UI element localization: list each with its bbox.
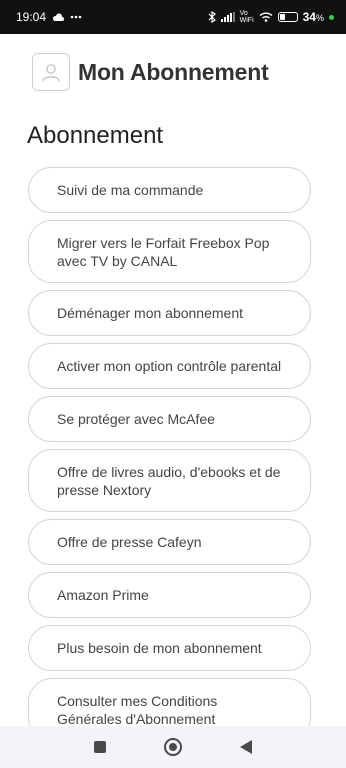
- back-icon[interactable]: [240, 740, 252, 754]
- recent-apps-icon[interactable]: [94, 741, 106, 753]
- menu-item-label: Déménager mon abonnement: [57, 305, 244, 321]
- menu-item-label: Migrer vers le Forfait Freebox Pop avec …: [57, 234, 270, 269]
- user-avatar-icon[interactable]: [32, 53, 70, 91]
- menu-item-cafeyn[interactable]: Offre de presse Cafeyn: [28, 519, 311, 565]
- bluetooth-icon: [208, 11, 216, 23]
- menu-item-label: Plus besoin de mon abonnement: [57, 640, 262, 656]
- signal-icon: [220, 12, 235, 22]
- menu-item-mcafee[interactable]: Se protéger avec McAfee: [28, 396, 311, 442]
- system-nav-bar: [0, 726, 346, 768]
- page-title: Mon Abonnement: [78, 58, 269, 85]
- section-title: Abonnement: [27, 122, 164, 149]
- menu-item-migrer-forfait[interactable]: Migrer vers le Forfait Freebox Pop avec …: [28, 220, 311, 283]
- battery-percent: 34%: [302, 10, 324, 24]
- wifi-icon: [259, 12, 273, 22]
- menu-item-label: Amazon Prime: [57, 587, 149, 603]
- menu-item-label: Offre de livres audio, d'ebooks et de pr…: [57, 463, 281, 498]
- menu-item-label: Se protéger avec McAfee: [57, 411, 215, 427]
- menu-item-amazon-prime[interactable]: Amazon Prime: [28, 572, 311, 618]
- battery-icon: [277, 12, 298, 22]
- status-bar: 19:04 Vo WiFi 34%: [0, 0, 346, 34]
- menu-item-label: Suivi de ma commande: [57, 182, 204, 198]
- vowifi-label: Vo WiFi: [239, 10, 254, 24]
- menu-item-label: Consulter mes Conditions Générales d'Abo…: [57, 692, 218, 727]
- menu-item-demenager[interactable]: Déménager mon abonnement: [28, 290, 311, 336]
- cloud-icon: [52, 13, 65, 21]
- charging-dot-icon: [329, 14, 334, 20]
- status-time: 19:04: [16, 10, 47, 24]
- more-dots-icon: [70, 15, 82, 19]
- menu-item-nextory[interactable]: Offre de livres audio, d'ebooks et de pr…: [28, 449, 311, 512]
- home-icon[interactable]: [164, 738, 182, 756]
- menu-item-label: Activer mon option contrôle parental: [57, 358, 282, 374]
- app-header: Mon Abonnement: [32, 53, 269, 91]
- menu-item-controle-parental[interactable]: Activer mon option contrôle parental: [28, 343, 311, 389]
- menu-item-suivi-commande[interactable]: Suivi de ma commande: [28, 167, 311, 213]
- menu-item-label: Offre de presse Cafeyn: [57, 534, 202, 550]
- menu-item-resiliation[interactable]: Plus besoin de mon abonnement: [28, 625, 311, 671]
